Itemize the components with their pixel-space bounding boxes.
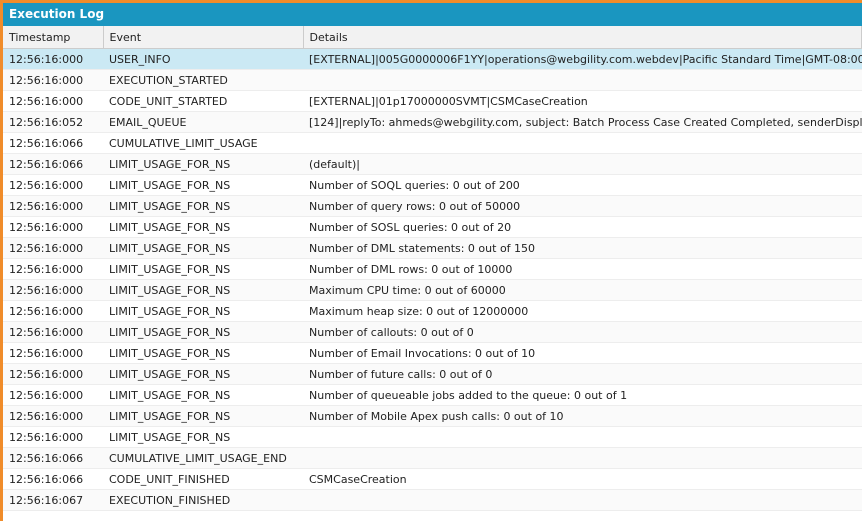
cell-event: LIMIT_USAGE_FOR_NS <box>103 321 303 343</box>
execution-log-panel: Execution Log Timestamp Event Details 12… <box>3 3 862 521</box>
cell-timestamp: 12:56:16:000 <box>3 405 103 427</box>
cell-details: Number of SOQL queries: 0 out of 200 <box>303 174 862 196</box>
table-row[interactable]: 12:56:16:066 LIMIT_USAGE_FOR_NS (default)| <box>3 153 862 175</box>
table-row[interactable]: 12:56:16:000 LIMIT_USAGE_FOR_NS Number of … <box>3 216 862 238</box>
cell-timestamp: 12:56:16:066 <box>3 447 103 469</box>
cell-event: LIMIT_USAGE_FOR_NS <box>103 363 303 385</box>
table-row[interactable]: 12:56:16:000 LIMIT_USAGE_FOR_NS Number of … <box>3 195 862 217</box>
cell-timestamp: 12:56:16:000 <box>3 195 103 217</box>
cell-timestamp: 12:56:16:000 <box>3 321 103 343</box>
cell-event: LIMIT_USAGE_FOR_NS <box>103 426 303 448</box>
table-row[interactable]: 12:56:16:066 CODE_UNIT_FINISHED CSMCaseCre… <box>3 468 862 490</box>
cell-event: CODE_UNIT_STARTED <box>103 90 303 112</box>
cell-event: LIMIT_USAGE_FOR_NS <box>103 258 303 280</box>
cell-timestamp: 12:56:16:066 <box>3 132 103 154</box>
cell-details: Number of callouts: 0 out of 0 <box>303 321 862 343</box>
table-row[interactable]: 12:56:16:066 CUMULATIVE_LIMIT_USAGE <box>3 132 862 154</box>
cell-details <box>303 132 862 154</box>
cell-event: LIMIT_USAGE_FOR_NS <box>103 237 303 259</box>
cell-details: Maximum heap size: 0 out of 12000000 <box>303 300 862 322</box>
table-row[interactable]: 12:56:16:066 CUMULATIVE_LIMIT_USAGE_END <box>3 447 862 469</box>
cell-details: Number of Email Invocations: 0 out of 10 <box>303 342 862 364</box>
table-row[interactable]: 12:56:16:000 CODE_UNIT_STARTED [EXTERNAL]|… <box>3 90 862 112</box>
cell-details <box>303 489 862 511</box>
cell-details <box>303 69 862 91</box>
cell-event: CODE_UNIT_FINISHED <box>103 468 303 490</box>
column-header-event[interactable]: Event <box>103 26 304 49</box>
cell-timestamp: 12:56:16:000 <box>3 48 103 70</box>
log-table: Timestamp Event Details 12:56:16:000 USER… <box>3 26 862 511</box>
table-row[interactable]: 12:56:16:067 EXECUTION_FINISHED <box>3 489 862 511</box>
cell-details: Number of Mobile Apex push calls: 0 out … <box>303 405 862 427</box>
table-row[interactable]: 12:56:16:052 EMAIL_QUEUE [124]|replyTo: ah… <box>3 111 862 133</box>
cell-event: EXECUTION_FINISHED <box>103 489 303 511</box>
table-row[interactable]: 12:56:16:000 LIMIT_USAGE_FOR_NS Number of … <box>3 321 862 343</box>
cell-event: LIMIT_USAGE_FOR_NS <box>103 216 303 238</box>
cell-event: LIMIT_USAGE_FOR_NS <box>103 384 303 406</box>
table-row[interactable]: 12:56:16:000 LIMIT_USAGE_FOR_NS Number of … <box>3 174 862 196</box>
cell-timestamp: 12:56:16:000 <box>3 342 103 364</box>
cell-timestamp: 12:56:16:000 <box>3 237 103 259</box>
cell-details: [EXTERNAL]|01p17000000SVMT|CSMCaseCreati… <box>303 90 862 112</box>
cell-details: Number of DML statements: 0 out of 150 <box>303 237 862 259</box>
cell-event: LIMIT_USAGE_FOR_NS <box>103 174 303 196</box>
cell-details: Number of future calls: 0 out of 0 <box>303 363 862 385</box>
cell-details: (default)| <box>303 153 862 175</box>
cell-event: LIMIT_USAGE_FOR_NS <box>103 300 303 322</box>
table-row[interactable]: 12:56:16:000 LIMIT_USAGE_FOR_NS Number of … <box>3 384 862 406</box>
cell-timestamp: 12:56:16:000 <box>3 258 103 280</box>
table-row[interactable]: 12:56:16:000 LIMIT_USAGE_FOR_NS Number of … <box>3 342 862 364</box>
cell-details: Number of queueable jobs added to the qu… <box>303 384 862 406</box>
column-header-timestamp[interactable]: Timestamp <box>3 26 104 49</box>
cell-timestamp: 12:56:16:052 <box>3 111 103 133</box>
table-row[interactable]: 12:56:16:000 LIMIT_USAGE_FOR_NS Number of … <box>3 237 862 259</box>
cell-timestamp: 12:56:16:000 <box>3 426 103 448</box>
cell-timestamp: 12:56:16:000 <box>3 279 103 301</box>
cell-timestamp: 12:56:16:000 <box>3 363 103 385</box>
table-row[interactable]: 12:56:16:000 EXECUTION_STARTED <box>3 69 862 91</box>
cell-event: LIMIT_USAGE_FOR_NS <box>103 153 303 175</box>
column-header-details[interactable]: Details <box>303 26 862 49</box>
cell-details: CSMCaseCreation <box>303 468 862 490</box>
cell-details: Maximum CPU time: 0 out of 60000 <box>303 279 862 301</box>
table-row[interactable]: 12:56:16:000 LIMIT_USAGE_FOR_NS Maximum CP… <box>3 279 862 301</box>
cell-event: EXECUTION_STARTED <box>103 69 303 91</box>
cell-event: CUMULATIVE_LIMIT_USAGE <box>103 132 303 154</box>
cell-details: Number of SOSL queries: 0 out of 20 <box>303 216 862 238</box>
table-row[interactable]: 12:56:16:000 LIMIT_USAGE_FOR_NS Number of … <box>3 363 862 385</box>
cell-event: LIMIT_USAGE_FOR_NS <box>103 405 303 427</box>
cell-event: LIMIT_USAGE_FOR_NS <box>103 195 303 217</box>
table-row[interactable]: 12:56:16:000 LIMIT_USAGE_FOR_NS Number of … <box>3 258 862 280</box>
cell-timestamp: 12:56:16:000 <box>3 69 103 91</box>
cell-timestamp: 12:56:16:067 <box>3 489 103 511</box>
cell-timestamp: 12:56:16:000 <box>3 384 103 406</box>
header-row: Timestamp Event Details <box>3 26 862 49</box>
cell-timestamp: 12:56:16:000 <box>3 216 103 238</box>
panel-title: Execution Log <box>3 3 862 26</box>
cell-event: LIMIT_USAGE_FOR_NS <box>103 279 303 301</box>
cell-details: [124]|replyTo: ahmeds@webgility.com, sub… <box>303 111 862 133</box>
cell-timestamp: 12:56:16:066 <box>3 468 103 490</box>
cell-event: CUMULATIVE_LIMIT_USAGE_END <box>103 447 303 469</box>
cell-details <box>303 426 862 448</box>
table-row[interactable]: 12:56:16:000 LIMIT_USAGE_FOR_NS <box>3 426 862 448</box>
cell-details <box>303 447 862 469</box>
table-row[interactable]: 12:56:16:000 USER_INFO [EXTERNAL]|005G0000… <box>3 48 862 70</box>
table-row[interactable]: 12:56:16:000 LIMIT_USAGE_FOR_NS Maximum he… <box>3 300 862 322</box>
cell-details: [EXTERNAL]|005G0000006F1YY|operations@we… <box>303 48 862 70</box>
cell-timestamp: 12:56:16:000 <box>3 300 103 322</box>
cell-event: USER_INFO <box>103 48 303 70</box>
cell-details: Number of query rows: 0 out of 50000 <box>303 195 862 217</box>
cell-event: EMAIL_QUEUE <box>103 111 303 133</box>
cell-details: Number of DML rows: 0 out of 10000 <box>303 258 862 280</box>
table-row[interactable]: 12:56:16:000 LIMIT_USAGE_FOR_NS Number of … <box>3 405 862 427</box>
cell-timestamp: 12:56:16:066 <box>3 153 103 175</box>
cell-event: LIMIT_USAGE_FOR_NS <box>103 342 303 364</box>
cell-timestamp: 12:56:16:000 <box>3 174 103 196</box>
cell-timestamp: 12:56:16:000 <box>3 90 103 112</box>
